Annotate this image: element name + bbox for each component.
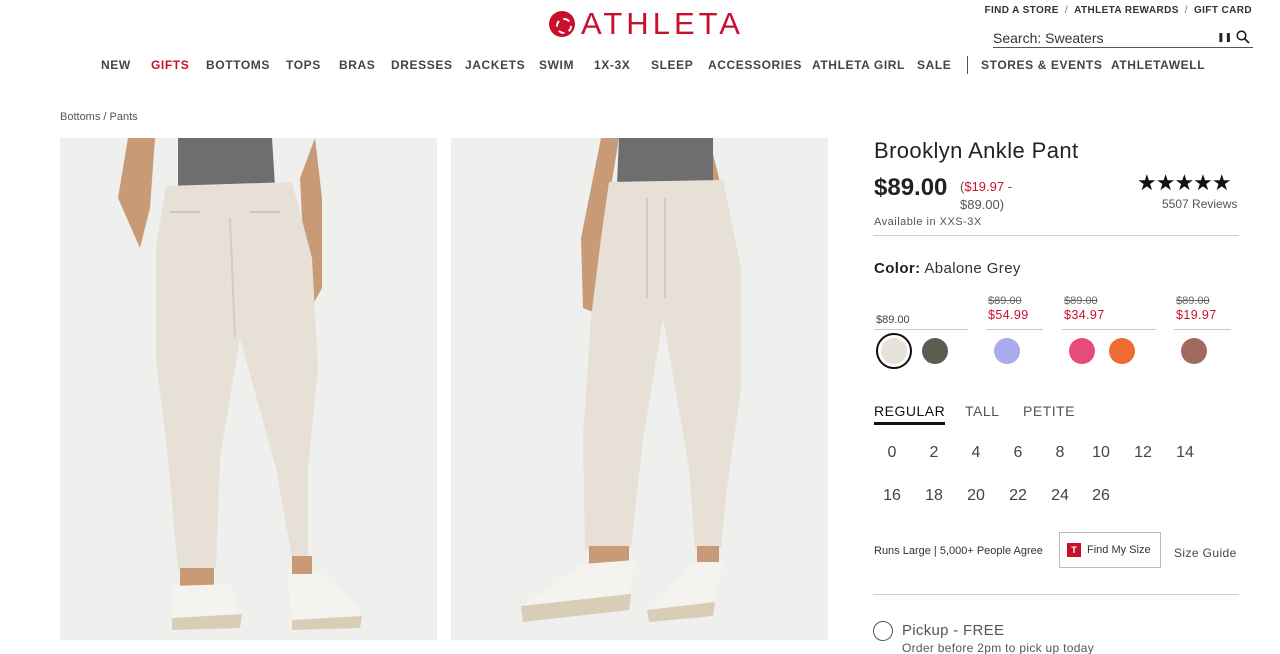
nav-dresses[interactable]: DRESSES [391,58,453,72]
divider [873,594,1239,595]
divider: / [1184,5,1188,16]
athleta-logo-mark-icon [549,11,575,37]
find-my-size-button[interactable]: T Find My Size [1059,532,1161,568]
product-price: $89.00 [874,174,948,201]
search-icon[interactable] [1236,30,1250,44]
price-strike: $89.00 [1176,295,1210,307]
gift-card-link[interactable]: GIFT CARD [1194,5,1252,16]
size-option[interactable]: 0 [880,444,904,462]
nav-athleta-girl[interactable]: ATHLETA GIRL [812,58,905,72]
price-group-line [874,329,968,330]
size-option[interactable]: 4 [964,444,988,462]
price-range-dash: - [1004,179,1013,194]
product-image-front[interactable] [451,138,828,640]
color-swatch-olive[interactable] [922,338,948,364]
price-group-line [1174,329,1231,330]
size-guide-link[interactable]: Size Guide [1174,546,1237,560]
size-option[interactable]: 20 [964,487,988,505]
color-swatch-lavender[interactable] [994,338,1020,364]
size-option[interactable]: 14 [1173,444,1197,462]
breadcrumb[interactable]: Bottoms / Pants [60,111,138,123]
price-strike: $89.00 [988,295,1022,307]
price-sale: $54.99 [988,308,1029,322]
main-nav: NEW GIFTS BOTTOMS TOPS BRAS DRESSES JACK… [0,56,1280,76]
price-group-base: $89.00 [876,314,910,326]
price-group-sale-1: $89.00 $54.99 [988,295,1029,322]
size-option[interactable]: 12 [1131,444,1155,462]
rating-stars[interactable]: ★★★★★ [1137,170,1232,196]
price-range-low: $19.97 [964,179,1005,194]
price-group-sale-2: $89.00 $34.97 [1064,295,1105,322]
price-range-high: $89.00) [960,197,1005,213]
find-my-size-label: Find My Size [1087,544,1151,556]
color-label: Color: Abalone Grey [874,260,1021,277]
nav-bottoms[interactable]: BOTTOMS [206,58,270,72]
product-image-back[interactable] [60,138,437,640]
price-sale: $19.97 [1176,308,1217,322]
pickup-option-note: Order before 2pm to pick up today [902,641,1094,654]
review-count[interactable]: 5507 Reviews [1162,197,1237,211]
fit-tab-regular[interactable]: REGULAR [874,403,946,425]
nav-bras[interactable]: BRAS [339,58,375,72]
search-bar: ❚❚ [993,28,1253,48]
nav-stores-events[interactable]: STORES & EVENTS [981,58,1102,72]
search-input[interactable] [993,29,1203,46]
price-sale: $34.97 [1064,308,1105,322]
size-option[interactable]: 2 [922,444,946,462]
product-title: Brooklyn Ankle Pant [874,138,1079,163]
size-option[interactable]: 10 [1089,444,1113,462]
price-group-line [986,329,1043,330]
divider: / [1064,5,1069,16]
nav-tops[interactable]: TOPS [286,58,321,72]
nav-sale[interactable]: SALE [917,58,951,72]
color-swatch-rose-brown[interactable] [1181,338,1207,364]
price-strike: $89.00 [1064,295,1098,307]
color-swatch-pink[interactable] [1069,338,1095,364]
price-group-full: $89.00 [876,295,910,326]
fit-feedback: Runs Large | 5,000+ People Agree [874,545,1043,557]
size-option[interactable]: 8 [1048,444,1072,462]
find-a-store-link[interactable]: FIND A STORE [984,5,1058,16]
color-label-title: Color: [874,260,921,277]
athleta-logo[interactable]: ATHLETA [549,6,744,42]
logo-text: ATHLETA [581,6,744,41]
swatch-fill [881,338,907,364]
pickup-option-label[interactable]: Pickup - FREE [902,622,1004,639]
nav-swim[interactable]: SWIM [539,58,574,72]
size-option[interactable]: 26 [1089,487,1113,505]
fit-tab-petite[interactable]: PETITE [1023,403,1075,419]
divider [873,235,1239,236]
athleta-rewards-link[interactable]: ATHLETA REWARDS [1074,5,1179,16]
nav-athletawell[interactable]: ATHLETAWELL [1111,58,1205,72]
selected-color-name: Abalone Grey [924,260,1021,277]
utility-links: FIND A STORE / ATHLETA REWARDS / GIFT CA… [984,5,1252,16]
pickup-radio[interactable] [873,621,893,641]
pause-icon[interactable]: ❚❚ [1217,32,1232,43]
color-swatch-abalone-grey[interactable] [876,333,912,369]
color-swatch-orange[interactable] [1109,338,1135,364]
size-availability: Available in XXS-3X [874,216,982,228]
price-group-sale-3: $89.00 $19.97 [1176,295,1217,322]
find-my-size-logo-icon: T [1067,543,1081,557]
nav-sleep[interactable]: SLEEP [651,58,693,72]
size-option[interactable]: 24 [1048,487,1072,505]
size-option[interactable]: 22 [1006,487,1030,505]
nav-plus-sizes[interactable]: 1X-3X [594,58,630,72]
price-range: ($19.97 - $89.00) [960,178,1030,214]
nav-gifts[interactable]: GIFTS [151,58,189,72]
nav-new[interactable]: NEW [101,58,131,72]
price-group-line [1062,329,1156,330]
nav-divider [967,56,968,74]
size-option[interactable]: 16 [880,487,904,505]
fit-tab-tall[interactable]: TALL [965,403,999,419]
nav-accessories[interactable]: ACCESSORIES [708,58,802,72]
nav-jackets[interactable]: JACKETS [465,58,525,72]
size-option[interactable]: 6 [1006,444,1030,462]
size-option[interactable]: 18 [922,487,946,505]
